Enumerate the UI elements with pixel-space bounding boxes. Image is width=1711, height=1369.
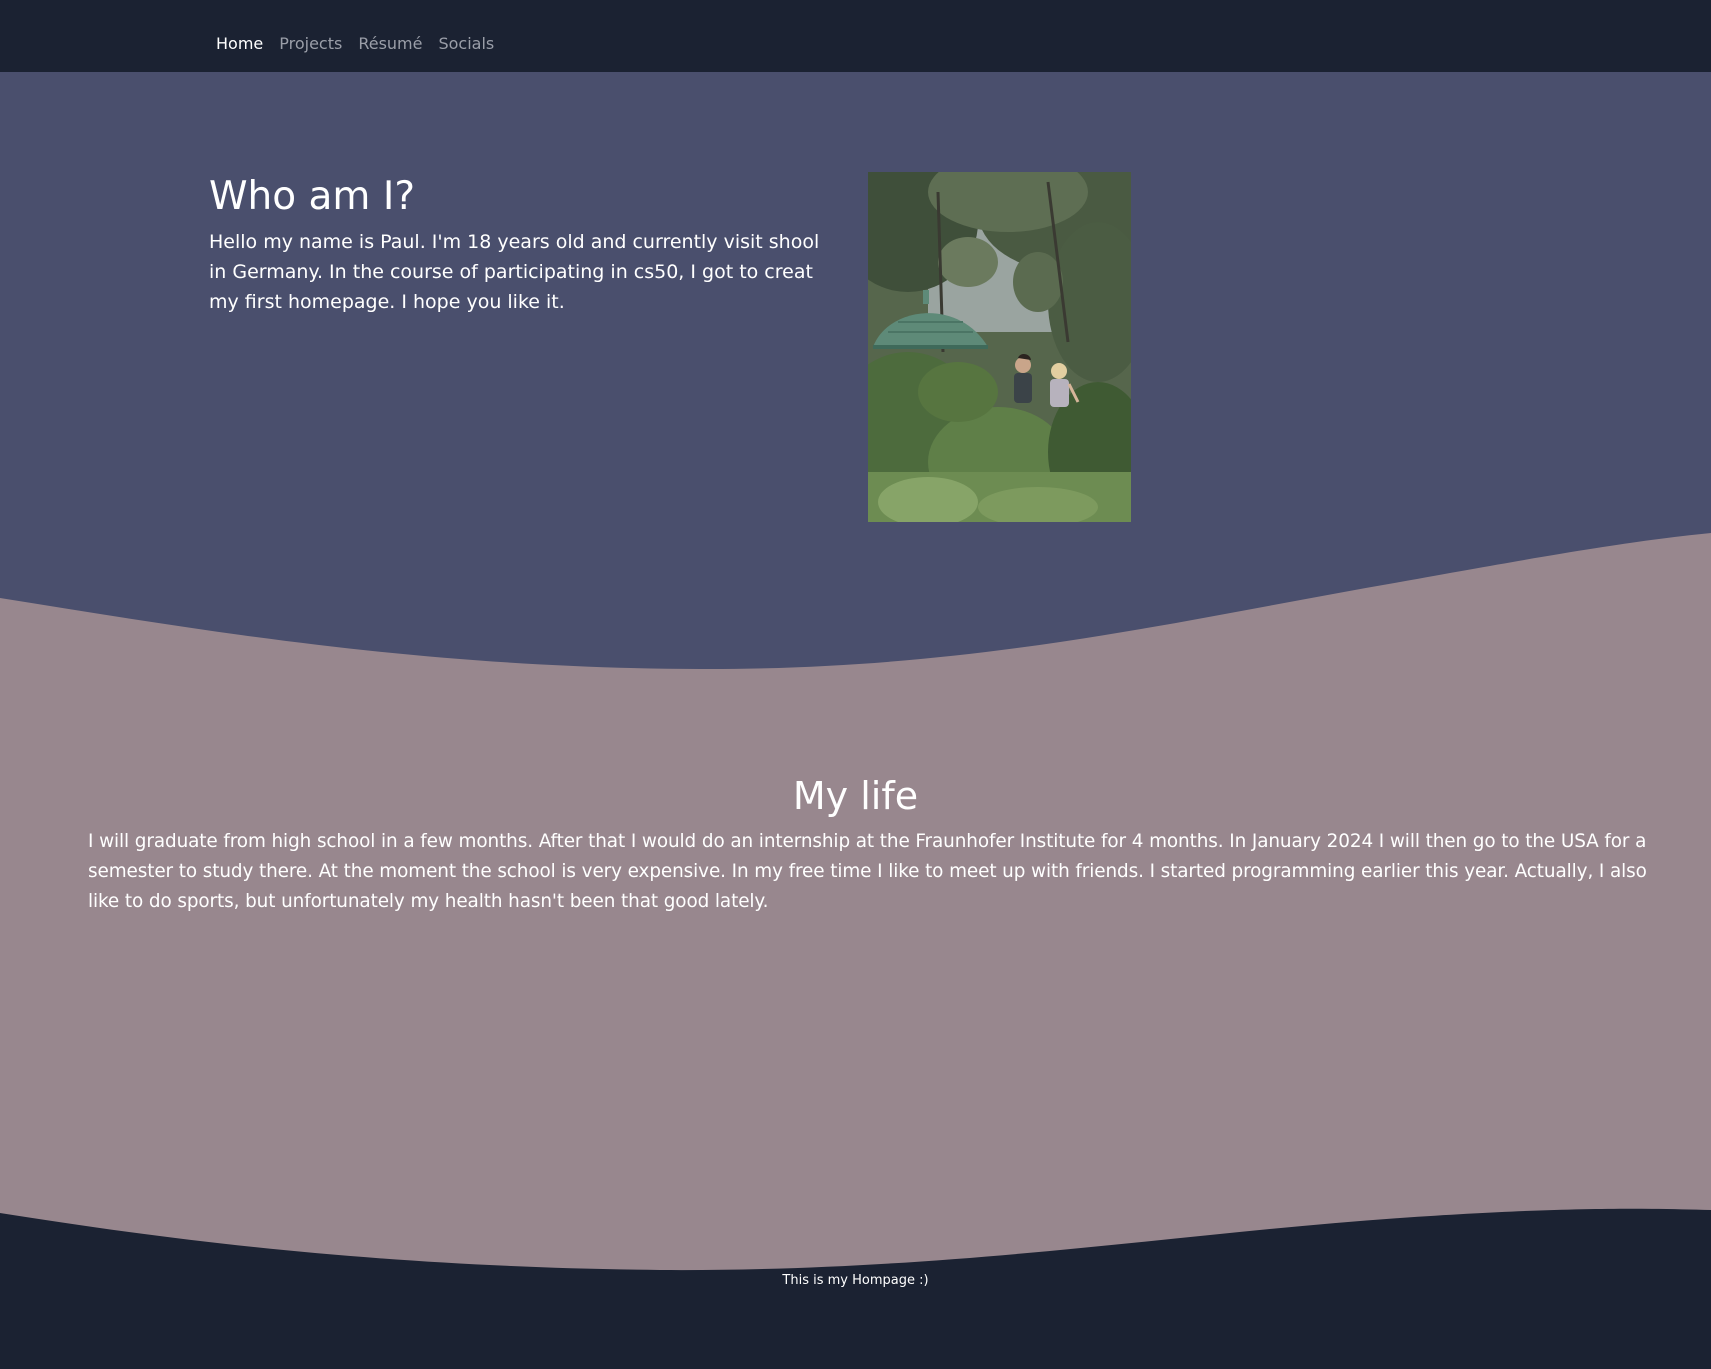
nav-home-link[interactable]: Home	[216, 33, 263, 55]
footer-text: This is my Hompage :)	[782, 1273, 929, 1288]
nav-links: Home Projects Résumé Socials	[216, 33, 510, 55]
my-life-heading: My life	[792, 774, 919, 818]
my-life-text: I will graduate from high school in a fe…	[88, 831, 1647, 912]
who-am-i-heading: Who am I?	[209, 174, 416, 219]
profile-photo	[868, 172, 1131, 522]
nav-resume-link[interactable]: Résumé	[358, 33, 422, 55]
nav-socials-link[interactable]: Socials	[438, 33, 494, 55]
photo-illustration	[868, 172, 1131, 522]
nav-projects-link[interactable]: Projects	[279, 33, 342, 55]
page: Home Projects Résumé Socials Who am I? H…	[0, 0, 1711, 1369]
navbar: Home Projects Résumé Socials	[0, 0, 1711, 72]
who-am-i-text: Hello my name is Paul. I'm 18 years old …	[209, 231, 820, 313]
